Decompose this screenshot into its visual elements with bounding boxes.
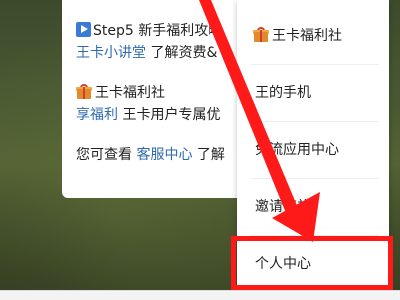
menu-item-label: 王的手机: [255, 85, 311, 101]
tutorial-link[interactable]: 王卡小讲堂: [76, 45, 146, 61]
service-center-link[interactable]: 客服中心: [136, 147, 192, 163]
menu-item-phone[interactable]: 王的手机: [237, 65, 389, 121]
gift-icon: [253, 27, 269, 42]
menu-item-label: 邀请有礼: [255, 199, 311, 215]
menu-item-free-apps[interactable]: 免流应用中心: [237, 122, 389, 178]
step-text: Step5 新手福利攻略: [93, 23, 223, 39]
gift-icon: [76, 84, 92, 99]
menu-item-label: 王卡福利社: [272, 28, 342, 44]
welfare-title: 王卡福利社: [95, 85, 165, 101]
welfare-link[interactable]: 享福利: [76, 107, 118, 123]
welfare-text: 王卡用户专属优: [118, 107, 221, 123]
menu-item-label: 免流应用中心: [255, 142, 339, 158]
bottom-input-bar: [0, 290, 400, 300]
service-prefix: 您可查看: [76, 147, 137, 163]
menu-item-welfare[interactable]: 王卡福利社: [237, 8, 389, 64]
service-suffix: 了解: [192, 147, 225, 163]
play-icon: [76, 22, 91, 37]
annotation-highlight-box: [231, 236, 393, 290]
menu-item-invite[interactable]: 邀请有礼: [237, 179, 389, 235]
tutorial-text: 了解资费&: [146, 45, 218, 61]
